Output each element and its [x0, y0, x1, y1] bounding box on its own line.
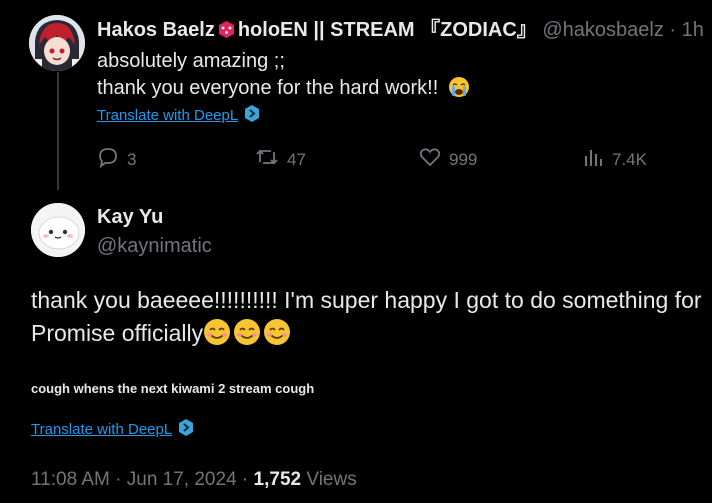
- avatar[interactable]: [29, 15, 85, 71]
- repost-button[interactable]: 47: [255, 146, 306, 173]
- smiling-face-icon: [233, 318, 261, 355]
- separator-dot: ·: [115, 469, 122, 490]
- emoji-group: [203, 318, 291, 355]
- avatar[interactable]: [31, 203, 85, 257]
- translate-link[interactable]: Translate with DeepL: [97, 105, 260, 126]
- reply-icon: [97, 146, 119, 173]
- display-name-suffix[interactable]: holoEN || STREAM 『ZODIAC』: [238, 19, 537, 41]
- post-time[interactable]: 11:08 AM: [31, 469, 110, 490]
- loudly-crying-face-icon: [448, 76, 470, 106]
- display-name[interactable]: Hakos Baelz: [97, 19, 215, 41]
- post-text-line-content: Promise officially: [31, 320, 204, 346]
- post-text-line: thank you baeeee!!!!!!!!!! I'm super hap…: [31, 287, 702, 313]
- heart-icon: [419, 146, 441, 173]
- post-time[interactable]: 1h: [682, 19, 704, 41]
- post-text-line-content: thank you everyone for the hard work!!: [97, 77, 439, 99]
- translate-link[interactable]: Translate with DeepL: [31, 419, 194, 440]
- post-small-text: cough whens the next kiwami 2 stream cou…: [31, 381, 315, 396]
- user-handle[interactable]: @kaynimatic: [97, 235, 212, 258]
- repost-count: 47: [287, 149, 306, 169]
- post-text: absolutely amazing ;; thank you everyone…: [97, 48, 470, 106]
- views-icon: [582, 146, 604, 173]
- views-count: 1,752: [253, 469, 302, 490]
- reply-button[interactable]: 3: [97, 146, 136, 173]
- avatar-hakos-image: [29, 15, 85, 71]
- separator-dot: ·: [669, 19, 677, 41]
- dice-icon: [217, 20, 236, 46]
- post-header: Hakos Baelz holoEN || STREAM 『ZODIAC』 @ha…: [97, 17, 704, 46]
- smiling-face-icon: [263, 318, 291, 355]
- like-count: 999: [449, 149, 478, 169]
- user-handle[interactable]: @hakosbaelz: [542, 19, 663, 41]
- post-date[interactable]: Jun 17, 2024: [127, 469, 237, 490]
- avatar-kay-image: [31, 203, 85, 257]
- translate-label: Translate with DeepL: [31, 421, 173, 438]
- reply-count: 3: [127, 149, 137, 169]
- translate-label: Translate with DeepL: [97, 107, 239, 124]
- post-text-line: thank you everyone for the hard work!!: [97, 75, 470, 106]
- separator-dot: ·: [241, 469, 249, 490]
- thread-connector: [57, 72, 59, 190]
- post-actions: 3 47 999 7.4K: [97, 146, 697, 174]
- post-meta: 11:08 AM · Jun 17, 2024 · 1,752 Views: [31, 469, 357, 491]
- deepl-icon: [178, 419, 194, 440]
- post-text: thank you baeeee!!!!!!!!!! I'm super hap…: [31, 284, 702, 355]
- post-text-line: absolutely amazing ;;: [97, 50, 285, 72]
- views-count: 7.4K: [612, 149, 647, 169]
- views-button[interactable]: 7.4K: [582, 146, 647, 173]
- display-name[interactable]: Kay Yu: [97, 206, 163, 229]
- post-text-line: Promise officially: [31, 317, 702, 355]
- views-label: Views: [306, 469, 357, 490]
- smiling-face-icon: [203, 318, 231, 355]
- like-button[interactable]: 999: [419, 146, 477, 173]
- repost-icon: [255, 146, 279, 173]
- deepl-icon: [244, 105, 260, 126]
